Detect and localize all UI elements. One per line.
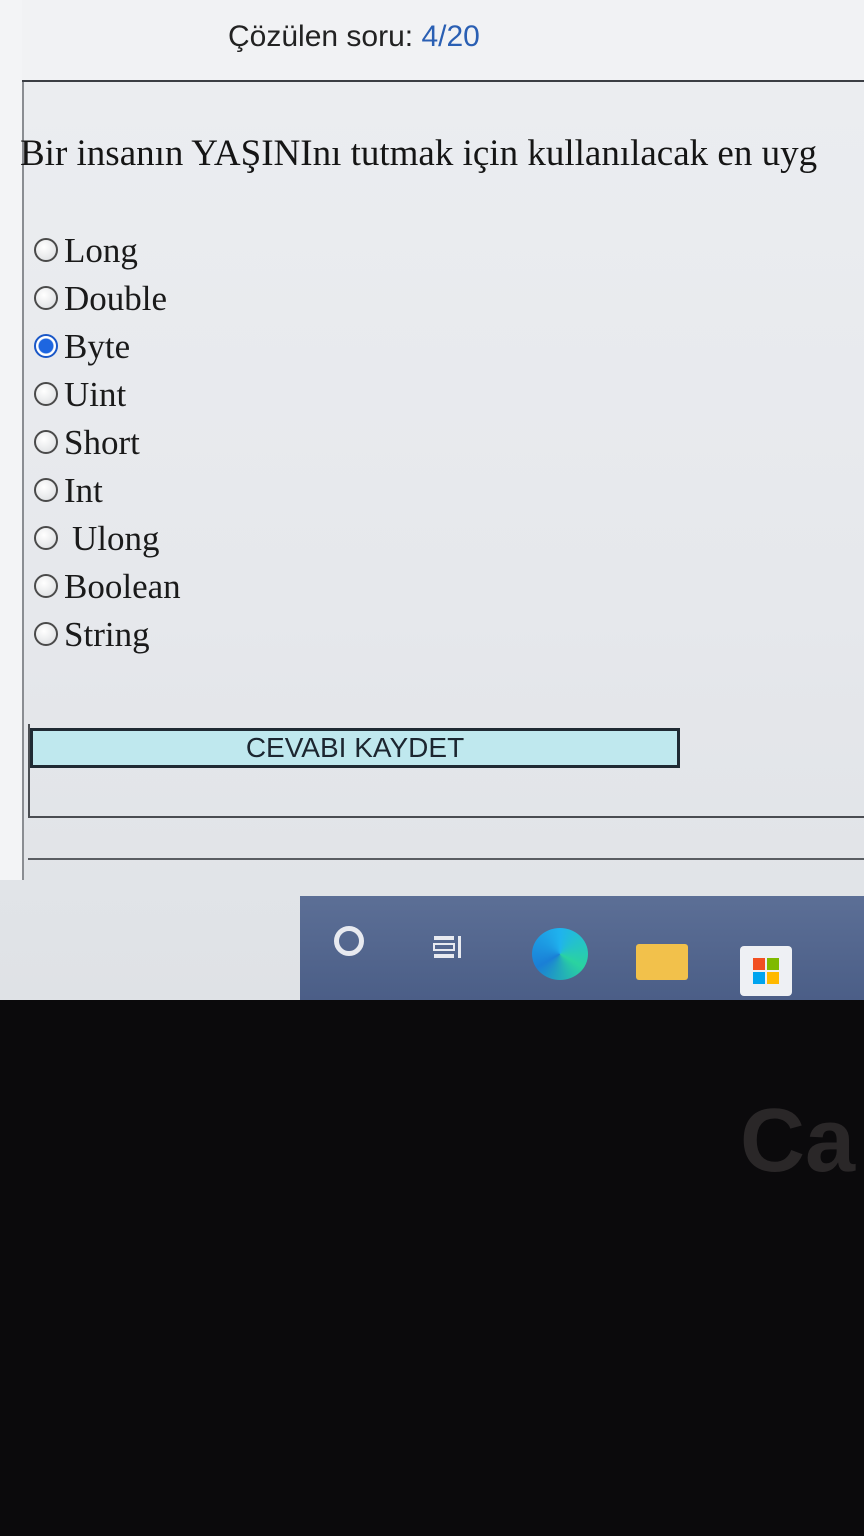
option-long[interactable]: Long bbox=[34, 226, 181, 274]
radio-button[interactable] bbox=[34, 382, 58, 406]
radio-button[interactable] bbox=[34, 430, 58, 454]
taskbar bbox=[300, 896, 864, 1006]
option-label: Long bbox=[64, 230, 138, 270]
edge-icon[interactable] bbox=[532, 928, 588, 980]
option-label: Short bbox=[64, 422, 140, 462]
background-label: Ca bbox=[740, 1091, 856, 1191]
radio-button[interactable] bbox=[34, 286, 58, 310]
option-label: Byte bbox=[64, 326, 131, 366]
option-ulong[interactable]: Ulong bbox=[34, 514, 181, 562]
bezel-area bbox=[0, 1000, 864, 1536]
option-label: String bbox=[64, 614, 150, 654]
radio-button[interactable] bbox=[34, 238, 58, 262]
option-label: Uint bbox=[64, 374, 127, 414]
radio-button[interactable] bbox=[34, 622, 58, 646]
file-explorer-icon[interactable] bbox=[636, 944, 688, 980]
radio-button[interactable] bbox=[34, 478, 58, 502]
option-label: Double bbox=[64, 278, 168, 318]
radio-button[interactable] bbox=[34, 526, 58, 550]
progress-indicator: Çözülen soru: 4/20 bbox=[228, 20, 480, 54]
option-string[interactable]: String bbox=[34, 610, 181, 658]
progress-count: 4/20 bbox=[421, 20, 480, 53]
option-label: Boolean bbox=[64, 566, 181, 606]
option-label: Int bbox=[64, 470, 103, 510]
question-text: Bir insanın YAŞINInı tutmak için kullanı… bbox=[20, 133, 818, 174]
progress-label: Çözülen soru: bbox=[228, 20, 414, 53]
answer-options: Long Double Byte Uint Short Int Ulong Bo… bbox=[34, 226, 181, 658]
divider bbox=[28, 858, 864, 860]
search-icon[interactable] bbox=[334, 926, 364, 956]
radio-button-selected[interactable] bbox=[34, 334, 58, 358]
option-boolean[interactable]: Boolean bbox=[34, 562, 181, 610]
screen: Çözülen soru: 4/20 Bir insanın YAŞINInı … bbox=[0, 0, 864, 1006]
option-short[interactable]: Short bbox=[34, 418, 181, 466]
store-icon[interactable] bbox=[740, 946, 792, 996]
save-answer-button[interactable]: CEVABI KAYDET bbox=[30, 728, 680, 768]
option-byte[interactable]: Byte bbox=[34, 322, 181, 370]
option-uint[interactable]: Uint bbox=[34, 370, 181, 418]
option-label: Ulong bbox=[72, 518, 160, 558]
option-int[interactable]: Int bbox=[34, 466, 181, 514]
option-double[interactable]: Double bbox=[34, 274, 181, 322]
task-view-icon[interactable] bbox=[432, 932, 466, 962]
radio-button[interactable] bbox=[34, 574, 58, 598]
